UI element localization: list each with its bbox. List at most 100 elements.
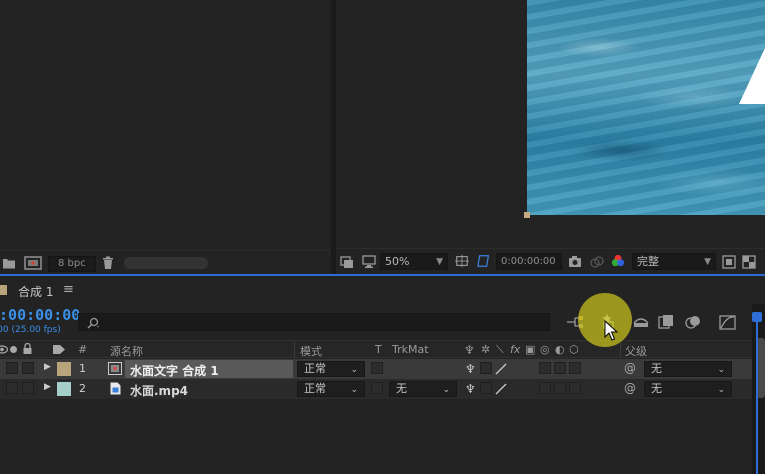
resolution-value: 完整 — [637, 255, 659, 268]
column-divider[interactable] — [620, 342, 621, 357]
video-visibility-icon[interactable] — [0, 344, 8, 355]
layer-row[interactable]: ▶ 2 水面.mp4 正常 ⌄ 无 ⌄ ♆ @ 无 ⌄ — [0, 379, 765, 399]
lock-icon[interactable] — [22, 343, 33, 355]
camera-snapshot-icon[interactable] — [568, 255, 582, 269]
vertical-scrollbar[interactable] — [757, 338, 765, 398]
parent-pickwhip-icon[interactable]: @ — [624, 381, 636, 395]
column-track-matte[interactable]: TrkMat — [392, 343, 429, 356]
layer-name: 水面文字 合成 1 — [130, 364, 219, 378]
effect-switch-icon[interactable]: fx — [510, 343, 520, 356]
layer-search-input[interactable] — [78, 313, 550, 331]
parent-pickwhip-icon[interactable]: @ — [624, 361, 636, 375]
composition-preview-image[interactable] — [527, 0, 765, 215]
panel-menu-icon[interactable]: ≡ — [63, 282, 74, 297]
track-matte-dropdown[interactable]: 无 ⌄ — [389, 381, 457, 397]
parent-value: 无 — [651, 362, 662, 375]
quality-switch-icon[interactable]: ⟍ — [496, 343, 504, 357]
audio-toggle[interactable] — [6, 382, 18, 394]
current-time-display[interactable]: 0:00:00:00 — [0, 306, 80, 324]
collapse-switch-icon[interactable]: ✲ — [481, 343, 490, 356]
always-preview-icon[interactable] — [340, 255, 354, 269]
new-composition-icon[interactable] — [24, 256, 42, 270]
current-time-indicator[interactable] — [756, 318, 758, 474]
preview-text-shape — [739, 48, 765, 104]
blend-mode-value: 正常 — [304, 362, 326, 375]
label-tag-icon[interactable] — [52, 344, 66, 355]
adjustment-layer-switch-icon[interactable]: ◐ — [555, 343, 565, 356]
frame-blending-icon[interactable] — [658, 314, 676, 330]
parent-dropdown[interactable]: 无 ⌄ — [644, 361, 732, 377]
color-channels-icon[interactable] — [610, 254, 626, 268]
composition-layer-icon — [108, 362, 122, 375]
blend-mode-dropdown[interactable]: 正常 ⌄ — [297, 361, 365, 377]
3d-layer-switch-icon[interactable]: ⬡ — [569, 343, 579, 356]
blend-mode-value: 正常 — [304, 382, 326, 395]
layer-name[interactable]: 水面.mp4 — [130, 382, 188, 399]
parent-dropdown[interactable]: 无 ⌄ — [644, 381, 732, 397]
layer-name-field[interactable]: 水面文字 合成 1 — [125, 360, 293, 378]
shy-switch-icon[interactable]: ♆ — [465, 362, 476, 376]
timeline-tab-bar: 合成 1 ≡ — [0, 276, 765, 304]
quality-line-icon[interactable] — [494, 382, 508, 396]
monitor-icon[interactable] — [362, 255, 376, 269]
search-icon — [87, 317, 99, 329]
layer-bounding-handle[interactable] — [524, 212, 530, 218]
motion-blur-switch[interactable] — [539, 362, 551, 374]
trash-icon[interactable] — [102, 256, 114, 270]
column-mode[interactable]: 模式 — [300, 343, 322, 359]
adjustment-switch[interactable] — [554, 382, 566, 394]
layer-index: 2 — [79, 382, 86, 395]
show-snapshot-icon[interactable] — [590, 255, 604, 269]
hide-shy-layers-icon[interactable] — [632, 315, 650, 329]
safe-margins-icon[interactable] — [454, 254, 470, 268]
tab-composition[interactable]: 合成 1 — [18, 283, 53, 300]
folder-icon[interactable] — [2, 256, 16, 270]
collapse-switch[interactable] — [480, 382, 492, 394]
thumbnail-scroll-slider[interactable] — [124, 257, 208, 269]
motion-blur-switch[interactable] — [539, 382, 551, 394]
chevron-down-icon: ⌄ — [717, 365, 725, 375]
quality-line-icon[interactable] — [494, 362, 508, 376]
column-source-name[interactable]: 源名称 — [110, 343, 143, 359]
project-panel-footer: 8 bpc — [0, 250, 331, 274]
motion-blur-switch-icon[interactable]: ◎ — [540, 343, 550, 356]
expand-arrow-icon[interactable]: ▶ — [44, 362, 51, 372]
bit-depth-button[interactable]: 8 bpc — [48, 256, 96, 272]
column-divider[interactable] — [294, 342, 295, 357]
viewer-timecode[interactable]: 0:00:00:00 — [496, 253, 562, 270]
chevron-down-icon: ▼ — [436, 257, 443, 267]
lock-toggle[interactable] — [22, 362, 34, 374]
graph-editor-icon[interactable] — [718, 313, 738, 331]
viewer-footer-toolbar: 50% ▼ 0:00:00:00 完整 ▼ — [336, 248, 765, 274]
resolution-dropdown[interactable]: 完整 ▼ — [632, 253, 716, 270]
chevron-down-icon: ⌄ — [442, 385, 450, 395]
blend-mode-dropdown[interactable]: 正常 ⌄ — [297, 381, 365, 397]
frame-blend-switch-icon[interactable]: ▣ — [525, 343, 535, 356]
preserve-transparency-toggle[interactable] — [371, 382, 383, 394]
mask-visibility-icon[interactable] — [476, 254, 492, 268]
current-time-indicator-handle[interactable] — [752, 312, 762, 322]
motion-blur-icon[interactable] — [684, 314, 702, 330]
shy-switch-icon[interactable]: ♆ — [465, 382, 476, 396]
shy-switch-icon[interactable]: ♆ — [464, 343, 475, 357]
region-of-interest-icon[interactable] — [722, 255, 736, 269]
column-parent[interactable]: 父级 — [625, 343, 647, 359]
adjustment-switch[interactable] — [554, 362, 566, 374]
collapse-switch[interactable] — [480, 362, 492, 374]
layer-label-color[interactable] — [57, 382, 71, 396]
column-preserve-transparency[interactable]: T — [375, 343, 382, 356]
chevron-down-icon: ⌄ — [717, 385, 725, 395]
magnification-dropdown[interactable]: 50% ▼ — [380, 253, 448, 270]
3d-layer-switch[interactable] — [569, 382, 581, 394]
parent-value: 无 — [651, 382, 662, 395]
layer-row[interactable]: ▶ 1 水面文字 合成 1 正常 ⌄ ♆ @ 无 ⌄ — [0, 359, 765, 379]
expand-arrow-icon[interactable]: ▶ — [44, 382, 51, 392]
solo-icon[interactable] — [10, 346, 17, 353]
frame-rate-display: 00000 (25.00 fps) — [0, 325, 61, 335]
layer-label-color[interactable] — [57, 362, 71, 376]
preserve-transparency-toggle[interactable] — [371, 362, 383, 374]
3d-layer-switch[interactable] — [569, 362, 581, 374]
audio-toggle[interactable] — [6, 362, 18, 374]
lock-toggle[interactable] — [22, 382, 34, 394]
transparency-grid-icon[interactable] — [742, 255, 756, 269]
